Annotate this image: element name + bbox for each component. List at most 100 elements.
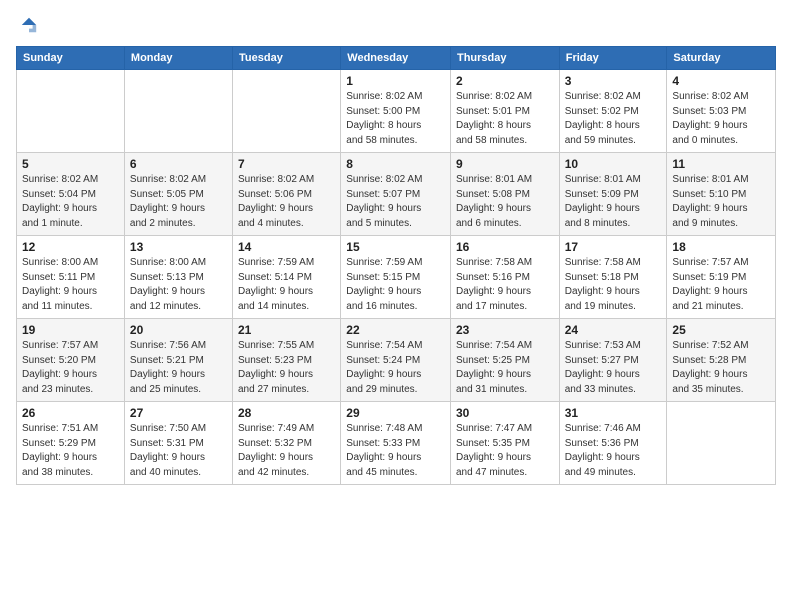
day-info: Sunrise: 7:50 AM Sunset: 5:31 PM Dayligh…	[130, 422, 227, 480]
calendar-day-25: 25 Sunrise: 7:52 AM Sunset: 5:28 PM Dayli…	[667, 319, 776, 402]
day-info: Sunrise: 8:02 AM Sunset: 5:06 PM Dayligh…	[238, 173, 335, 231]
day-number: 6	[130, 157, 227, 171]
day-info: Sunrise: 8:01 AM Sunset: 5:08 PM Dayligh…	[456, 173, 554, 231]
calendar-day-27: 27 Sunrise: 7:50 AM Sunset: 5:31 PM Dayli…	[124, 402, 232, 485]
day-number: 18	[672, 240, 770, 254]
calendar-day-1: 1Sunrise: 8:02 AM Sunset: 5:00 PM Daylig…	[341, 70, 451, 153]
calendar-day-22: 22Sunrise: 7:54 AM Sunset: 5:24 PM Dayli…	[341, 319, 451, 402]
day-info: Sunrise: 7:53 AM Sunset: 5:27 PM Dayligh…	[565, 339, 662, 397]
calendar-day-3: 3 Sunrise: 8:02 AM Sunset: 5:02 PM Daylig…	[559, 70, 667, 153]
calendar-day-23: 23 Sunrise: 7:54 AM Sunset: 5:25 PM Dayli…	[450, 319, 559, 402]
day-info: Sunrise: 8:02 AM Sunset: 5:05 PM Dayligh…	[130, 173, 227, 231]
day-number: 14	[238, 240, 335, 254]
calendar-day-16: 16 Sunrise: 7:58 AM Sunset: 5:16 PM Dayli…	[450, 236, 559, 319]
calendar-day-20: 20Sunrise: 7:56 AM Sunset: 5:21 PM Dayli…	[124, 319, 232, 402]
day-info: Sunrise: 8:02 AM Sunset: 5:07 PM Dayligh…	[346, 173, 445, 231]
weekday-header-tuesday: Tuesday	[233, 47, 341, 70]
day-number: 16	[456, 240, 554, 254]
calendar-empty-cell	[667, 402, 776, 485]
day-number: 9	[456, 157, 554, 171]
calendar-week-row: 5 Sunrise: 8:02 AM Sunset: 5:04 PM Daylig…	[17, 153, 776, 236]
day-info: Sunrise: 7:54 AM Sunset: 5:24 PM Dayligh…	[346, 339, 445, 397]
weekday-header-wednesday: Wednesday	[341, 47, 451, 70]
day-number: 24	[565, 323, 662, 337]
day-info: Sunrise: 8:00 AM Sunset: 5:11 PM Dayligh…	[22, 256, 119, 314]
day-info: Sunrise: 7:57 AM Sunset: 5:19 PM Dayligh…	[672, 256, 770, 314]
day-info: Sunrise: 8:01 AM Sunset: 5:09 PM Dayligh…	[565, 173, 662, 231]
calendar-day-28: 28 Sunrise: 7:49 AM Sunset: 5:32 PM Dayli…	[233, 402, 341, 485]
day-info: Sunrise: 7:49 AM Sunset: 5:32 PM Dayligh…	[238, 422, 335, 480]
calendar-week-row: 12 Sunrise: 8:00 AM Sunset: 5:11 PM Dayli…	[17, 236, 776, 319]
calendar-day-10: 10 Sunrise: 8:01 AM Sunset: 5:09 PM Dayli…	[559, 153, 667, 236]
day-number: 29	[346, 406, 445, 420]
day-info: Sunrise: 8:01 AM Sunset: 5:10 PM Dayligh…	[672, 173, 770, 231]
day-info: Sunrise: 7:59 AM Sunset: 5:14 PM Dayligh…	[238, 256, 335, 314]
calendar-day-17: 17Sunrise: 7:58 AM Sunset: 5:18 PM Dayli…	[559, 236, 667, 319]
calendar-day-4: 4 Sunrise: 8:02 AM Sunset: 5:03 PM Daylig…	[667, 70, 776, 153]
day-number: 10	[565, 157, 662, 171]
weekday-header-sunday: Sunday	[17, 47, 125, 70]
calendar-week-row: 1Sunrise: 8:02 AM Sunset: 5:00 PM Daylig…	[17, 70, 776, 153]
day-info: Sunrise: 7:58 AM Sunset: 5:16 PM Dayligh…	[456, 256, 554, 314]
day-number: 11	[672, 157, 770, 171]
calendar-day-14: 14 Sunrise: 7:59 AM Sunset: 5:14 PM Dayli…	[233, 236, 341, 319]
calendar-day-7: 7Sunrise: 8:02 AM Sunset: 5:06 PM Daylig…	[233, 153, 341, 236]
calendar-day-30: 30Sunrise: 7:47 AM Sunset: 5:35 PM Dayli…	[450, 402, 559, 485]
day-info: Sunrise: 7:51 AM Sunset: 5:29 PM Dayligh…	[22, 422, 119, 480]
day-number: 31	[565, 406, 662, 420]
day-number: 12	[22, 240, 119, 254]
day-number: 25	[672, 323, 770, 337]
day-info: Sunrise: 8:00 AM Sunset: 5:13 PM Dayligh…	[130, 256, 227, 314]
day-number: 3	[565, 74, 662, 88]
day-info: Sunrise: 7:47 AM Sunset: 5:35 PM Dayligh…	[456, 422, 554, 480]
day-info: Sunrise: 7:48 AM Sunset: 5:33 PM Dayligh…	[346, 422, 445, 480]
calendar-day-2: 2 Sunrise: 8:02 AM Sunset: 5:01 PM Daylig…	[450, 70, 559, 153]
calendar-day-31: 31 Sunrise: 7:46 AM Sunset: 5:36 PM Dayli…	[559, 402, 667, 485]
day-info: Sunrise: 7:55 AM Sunset: 5:23 PM Dayligh…	[238, 339, 335, 397]
calendar-day-5: 5 Sunrise: 8:02 AM Sunset: 5:04 PM Daylig…	[17, 153, 125, 236]
day-info: Sunrise: 7:52 AM Sunset: 5:28 PM Dayligh…	[672, 339, 770, 397]
day-number: 8	[346, 157, 445, 171]
calendar-day-6: 6 Sunrise: 8:02 AM Sunset: 5:05 PM Daylig…	[124, 153, 232, 236]
day-info: Sunrise: 8:02 AM Sunset: 5:01 PM Dayligh…	[456, 90, 554, 148]
calendar-day-19: 19Sunrise: 7:57 AM Sunset: 5:20 PM Dayli…	[17, 319, 125, 402]
calendar-day-21: 21 Sunrise: 7:55 AM Sunset: 5:23 PM Dayli…	[233, 319, 341, 402]
day-info: Sunrise: 7:54 AM Sunset: 5:25 PM Dayligh…	[456, 339, 554, 397]
day-number: 23	[456, 323, 554, 337]
weekday-header-monday: Monday	[124, 47, 232, 70]
day-number: 27	[130, 406, 227, 420]
day-number: 28	[238, 406, 335, 420]
day-number: 5	[22, 157, 119, 171]
day-info: Sunrise: 8:02 AM Sunset: 5:03 PM Dayligh…	[672, 90, 770, 148]
day-info: Sunrise: 8:02 AM Sunset: 5:04 PM Dayligh…	[22, 173, 119, 231]
weekday-header-saturday: Saturday	[667, 47, 776, 70]
calendar-week-row: 26 Sunrise: 7:51 AM Sunset: 5:29 PM Dayli…	[17, 402, 776, 485]
calendar-day-18: 18 Sunrise: 7:57 AM Sunset: 5:19 PM Dayli…	[667, 236, 776, 319]
day-info: Sunrise: 7:58 AM Sunset: 5:18 PM Dayligh…	[565, 256, 662, 314]
day-number: 4	[672, 74, 770, 88]
calendar-day-29: 29 Sunrise: 7:48 AM Sunset: 5:33 PM Dayli…	[341, 402, 451, 485]
day-info: Sunrise: 7:59 AM Sunset: 5:15 PM Dayligh…	[346, 256, 445, 314]
calendar-empty-cell	[233, 70, 341, 153]
calendar-day-8: 8 Sunrise: 8:02 AM Sunset: 5:07 PM Daylig…	[341, 153, 451, 236]
day-info: Sunrise: 8:02 AM Sunset: 5:02 PM Dayligh…	[565, 90, 662, 148]
calendar-empty-cell	[124, 70, 232, 153]
day-number: 13	[130, 240, 227, 254]
calendar-week-row: 19Sunrise: 7:57 AM Sunset: 5:20 PM Dayli…	[17, 319, 776, 402]
weekday-header-thursday: Thursday	[450, 47, 559, 70]
day-number: 20	[130, 323, 227, 337]
day-info: Sunrise: 7:46 AM Sunset: 5:36 PM Dayligh…	[565, 422, 662, 480]
logo	[16, 16, 38, 34]
day-number: 2	[456, 74, 554, 88]
calendar-day-26: 26 Sunrise: 7:51 AM Sunset: 5:29 PM Dayli…	[17, 402, 125, 485]
calendar-day-9: 9 Sunrise: 8:01 AM Sunset: 5:08 PM Daylig…	[450, 153, 559, 236]
day-number: 21	[238, 323, 335, 337]
calendar-day-11: 11 Sunrise: 8:01 AM Sunset: 5:10 PM Dayli…	[667, 153, 776, 236]
calendar-day-13: 13 Sunrise: 8:00 AM Sunset: 5:13 PM Dayli…	[124, 236, 232, 319]
day-number: 15	[346, 240, 445, 254]
day-number: 19	[22, 323, 119, 337]
day-number: 26	[22, 406, 119, 420]
calendar-day-24: 24 Sunrise: 7:53 AM Sunset: 5:27 PM Dayli…	[559, 319, 667, 402]
logo-icon	[20, 16, 38, 34]
day-number: 1	[346, 74, 445, 88]
